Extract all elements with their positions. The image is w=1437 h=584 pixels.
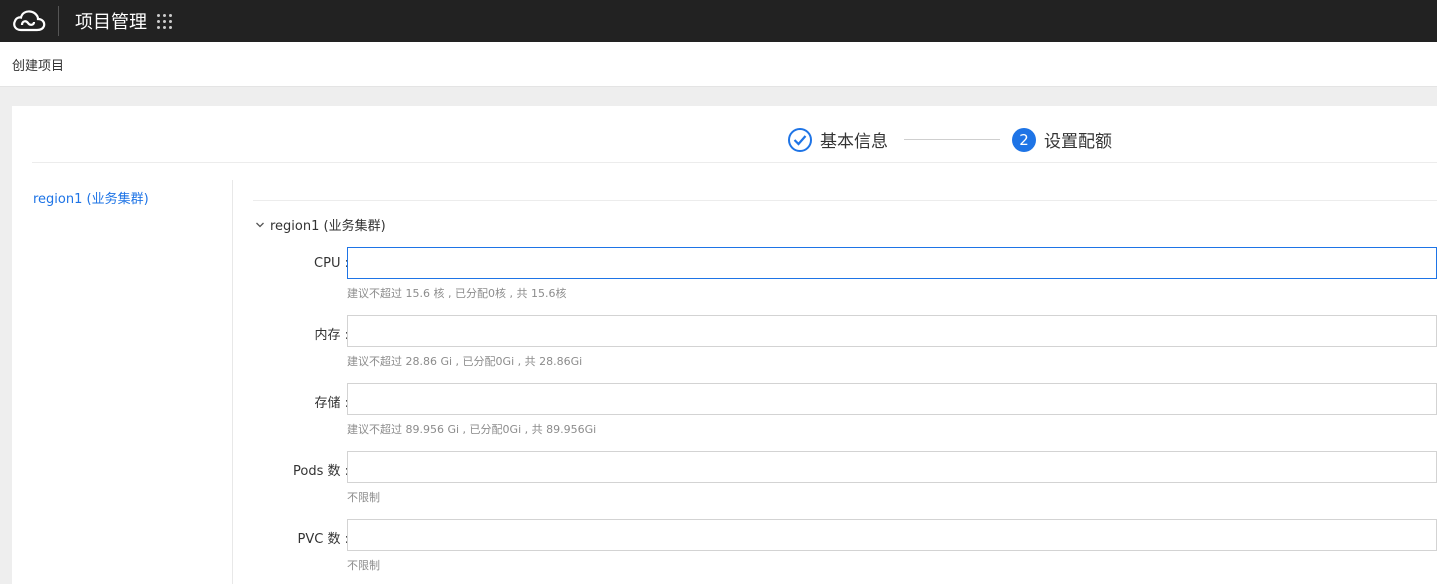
storage-input[interactable] — [347, 383, 1437, 415]
cpu-input[interactable] — [347, 247, 1437, 279]
step-quota[interactable]: 2 设置配额 — [1012, 127, 1112, 152]
field-hint: 不限制 — [347, 491, 380, 504]
memory-input[interactable] — [347, 315, 1437, 347]
breadcrumb: 创建项目 — [0, 42, 1437, 87]
create-project-card: 基本信息 2 设置配额 region1 (业务集群) region1 (业务集群… — [12, 106, 1437, 584]
field-label: CPU : — [314, 256, 349, 271]
field-hint: 建议不超过 15.6 核 , 已分配0核 , 共 15.6核 — [347, 287, 567, 300]
cloud-logo-icon[interactable] — [0, 0, 58, 42]
field-hint: 建议不超过 28.86 Gi , 已分配0Gi , 共 28.86Gi — [347, 355, 583, 368]
app-title: 项目管理 — [75, 12, 147, 33]
step-label: 基本信息 — [820, 132, 888, 152]
pods-input[interactable] — [347, 451, 1437, 483]
section-title: region1 (业务集群) — [270, 219, 386, 234]
breadcrumb-current: 创建项目 — [12, 58, 65, 74]
step-number: 2 — [1012, 127, 1036, 152]
top-navbar: 项目管理 — [0, 0, 1437, 42]
steps-indicator: 基本信息 2 设置配额 — [32, 106, 1437, 163]
step-connector — [904, 139, 1000, 140]
sidebar-item-region1[interactable]: region1 (业务集群) — [33, 188, 149, 207]
step-basic-info[interactable]: 基本信息 — [788, 127, 888, 152]
topbar-divider — [58, 6, 59, 36]
check-icon — [788, 127, 812, 152]
field-label: Pods 数 : — [293, 464, 349, 479]
pvc-input[interactable] — [347, 519, 1437, 551]
section-header-region1[interactable]: region1 (业务集群) — [255, 215, 386, 234]
step-label: 设置配额 — [1044, 132, 1112, 152]
quota-form: region1 (业务集群) CPU : 建议不超过 15.6 核 , 已分配0… — [253, 200, 1437, 584]
field-label: 内存 : — [314, 328, 349, 343]
chevron-down-icon — [256, 222, 264, 227]
field-hint: 不限制 — [347, 559, 380, 572]
field-label: 存储 : — [314, 396, 349, 411]
field-hint: 建议不超过 89.956 Gi , 已分配0Gi , 共 89.956Gi — [347, 423, 597, 436]
apps-grid-icon[interactable] — [157, 13, 172, 29]
cluster-sidebar: region1 (业务集群) — [12, 180, 233, 584]
field-label: PVC 数 : — [297, 532, 349, 547]
